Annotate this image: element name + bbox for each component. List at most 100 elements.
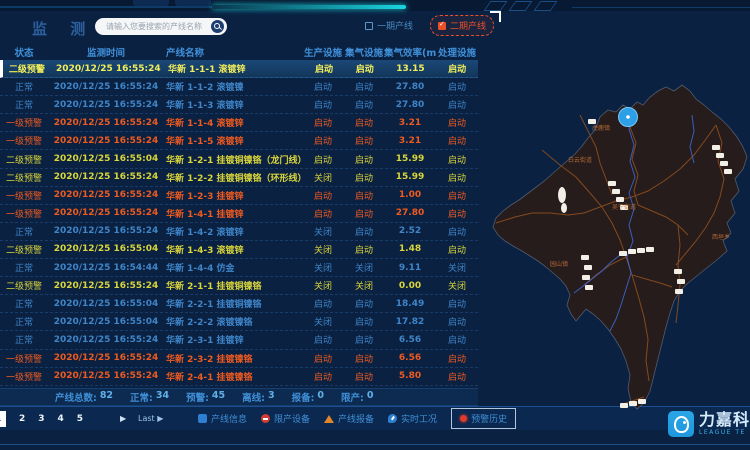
phase-filter-checkbox[interactable]: 一期产线: [358, 16, 420, 35]
last-page-button[interactable]: Last ▶: [138, 414, 163, 423]
table-row[interactable]: 二级预警 2020/12/25 16:55:04 华新 1-4-3 滚镀锌 关闭…: [0, 241, 478, 259]
realtime-status-icon: [388, 414, 397, 423]
top-decoration-bar: [0, 0, 750, 11]
legend-item[interactable]: 产线信息: [198, 412, 247, 425]
page-title: 监 测: [32, 18, 94, 39]
stat-value: 0: [367, 390, 374, 404]
table-row[interactable]: 正常 2020/12/25 16:55:24 华新 1-1-2 滚镀镍 启动 启…: [0, 78, 478, 96]
stat-label: 报备:: [292, 390, 315, 404]
summary-stat: 预警: 45: [186, 390, 225, 404]
treatment-facility: 启动: [436, 189, 478, 202]
gas-efficiency: 6.56: [384, 335, 436, 345]
table-row[interactable]: 一级预警 2020/12/25 16:55:24 华新 2-3-2 挂镀镍铬 启…: [0, 350, 478, 368]
gas-efficiency: 15.99: [384, 172, 436, 182]
monitor-time: 2020/12/25 16:55:24: [48, 172, 164, 182]
gas-efficiency: 6.56: [384, 353, 436, 363]
treatment-facility: 启动: [436, 171, 478, 184]
gas-collection-facility: 启动: [344, 207, 384, 220]
legend-item[interactable]: 预警历史: [451, 408, 516, 429]
gas-collection-facility: 启动: [344, 80, 384, 93]
status-badge: 二级预警: [0, 279, 48, 292]
stat-label: 限产:: [341, 390, 364, 404]
treatment-facility: 关闭: [436, 279, 478, 292]
legend-item[interactable]: 限产设备: [261, 412, 310, 425]
table-row[interactable]: 一级预警 2020/12/25 16:55:24 华新 1-2-3 挂镀锌 启动…: [0, 187, 478, 205]
production-facility: 关闭: [302, 171, 344, 184]
table-row[interactable]: 一级预警 2020/12/25 16:55:24 华新 2-4-1 挂镀镍铬 启…: [0, 368, 478, 386]
treatment-facility: 启动: [436, 315, 478, 328]
gas-efficiency: 1.48: [384, 244, 436, 254]
gas-efficiency: 3.21: [384, 136, 436, 146]
page-button[interactable]: 2: [19, 414, 25, 424]
status-badge: 正常: [0, 98, 48, 111]
monitor-time: 2020/12/25 16:55:04: [48, 154, 164, 164]
line-name: 华新 1-1-5 滚镀锌: [164, 134, 302, 147]
search-icon[interactable]: [211, 20, 224, 33]
region-map[interactable]: 虎鹿镇 白云街道 吴宁街道 西垣乡 园山镇: [480, 55, 750, 411]
gas-collection-facility: 启动: [344, 370, 384, 383]
monitor-time: 2020/12/25 16:55:24: [48, 82, 164, 92]
gas-collection-facility: 启动: [344, 116, 384, 129]
table-row[interactable]: 正常 2020/12/25 16:55:04 华新 2-2-2 滚镀镍铬 关闭 …: [0, 313, 478, 331]
stat-label: 正常:: [130, 390, 153, 404]
table-row[interactable]: 一级预警 2020/12/25 16:55:24 华新 1-1-5 滚镀锌 启动…: [0, 132, 478, 150]
column-header: 监测时间: [48, 45, 164, 59]
page-button[interactable]: 3: [38, 414, 44, 424]
page-button[interactable]: 5: [77, 414, 83, 424]
line-name: 华新 2-2-2 滚镀镍铬: [164, 315, 302, 328]
gas-efficiency: 0.00: [384, 281, 436, 291]
map-cluster-marker[interactable]: [619, 108, 638, 127]
production-facility: 关闭: [302, 261, 344, 274]
table-row[interactable]: 二级预警 2020/12/25 16:55:04 华新 1-2-1 挂镀铜镍铬（…: [0, 150, 478, 168]
line-name: 华新 2-3-2 挂镀镍铬: [164, 352, 302, 365]
page-button[interactable]: 1: [0, 411, 6, 427]
table-row[interactable]: 正常 2020/12/25 16:55:24 华新 1-1-3 滚镀锌 启动 启…: [0, 96, 478, 114]
next-page-button[interactable]: ▶: [120, 414, 126, 423]
line-name: 华新 1-4-4 仿金: [164, 261, 302, 274]
table-row[interactable]: 二级预警 2020/12/25 16:55:24 华新 1-1-1 滚镀锌 启动…: [0, 60, 478, 78]
gas-collection-facility: 启动: [345, 62, 385, 75]
search-input[interactable]: [104, 21, 211, 32]
table-row[interactable]: 一级预警 2020/12/25 16:55:24 华新 1-4-1 挂镀锌 启动…: [0, 205, 478, 223]
legend-label: 预警历史: [471, 412, 507, 425]
gas-collection-facility: 启动: [344, 333, 384, 346]
table-row[interactable]: 一级预警 2020/12/25 16:55:24 华新 1-1-4 滚镀锌 启动…: [0, 114, 478, 132]
status-badge: 正常: [0, 80, 48, 93]
table-row[interactable]: 二级预警 2020/12/25 16:55:24 华新 2-1-1 挂镀铜镍铬 …: [0, 277, 478, 295]
monitor-time: 2020/12/25 16:55:04: [48, 244, 164, 254]
gas-collection-facility: 启动: [344, 171, 384, 184]
production-facility: 启动: [302, 333, 344, 346]
map-place-label: 西垣乡: [712, 232, 730, 241]
treatment-facility: 启动: [436, 116, 478, 129]
status-badge: 一级预警: [0, 116, 48, 129]
table-row[interactable]: 正常 2020/12/25 16:55:04 华新 2-2-1 挂镀铜镍铬 启动…: [0, 295, 478, 313]
line-name: 华新 2-4-1 挂镀镍铬: [164, 370, 302, 383]
treatment-facility: 启动: [436, 225, 478, 238]
treatment-facility: 启动: [436, 207, 478, 220]
status-badge: 二级预警: [0, 171, 48, 184]
column-header: 处理设施: [436, 45, 478, 59]
production-facility: 启动: [302, 98, 344, 111]
accent-glow-line: [212, 5, 406, 9]
treatment-facility: 启动: [436, 370, 478, 383]
map-land-shape: [493, 85, 747, 409]
monitoring-dashboard: 监 测 一期产线 二期产线 状态监测时间产线名称生产设施集气设施集气效率(m³/…: [0, 0, 750, 450]
summary-bar: 产线总数: 82 正常: 34 预警: 45 离线: 3 报备: 0 限产: 0: [0, 388, 478, 406]
legend-item[interactable]: 产线报备: [324, 412, 374, 425]
logo-icon: [668, 411, 694, 437]
table-row[interactable]: 二级预警 2020/12/25 16:55:24 华新 1-2-2 挂镀铜镍铬（…: [0, 169, 478, 187]
table-row[interactable]: 正常 2020/12/25 16:55:24 华新 1-4-2 滚镀锌 关闭 启…: [0, 223, 478, 241]
gas-efficiency: 27.80: [384, 208, 436, 218]
production-facility: 启动: [302, 207, 344, 220]
monitor-time: 2020/12/25 16:55:24: [48, 335, 164, 345]
column-header: 生产设施: [302, 45, 344, 59]
gas-collection-facility: 启动: [344, 153, 384, 166]
production-facility: 关闭: [302, 225, 344, 238]
page-button[interactable]: 4: [58, 414, 64, 424]
table-row[interactable]: 正常 2020/12/25 16:54:44 华新 1-4-4 仿金 关闭 关闭…: [0, 259, 478, 277]
phase-filter-checkbox[interactable]: 二期产线: [430, 15, 494, 36]
status-badge: 正常: [0, 297, 48, 310]
legend-item[interactable]: 实时工况: [388, 412, 437, 425]
table-row[interactable]: 正常 2020/12/25 16:55:24 华新 2-3-1 挂镀锌 启动 启…: [0, 331, 478, 349]
status-badge: 一级预警: [0, 189, 48, 202]
